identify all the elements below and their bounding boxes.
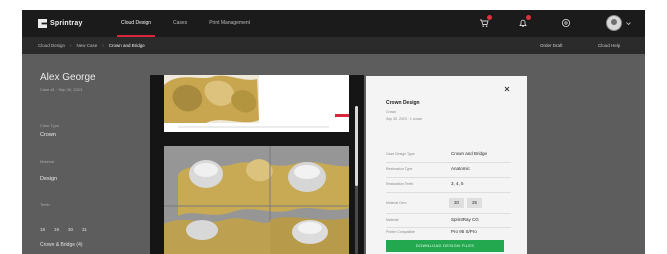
nav-item-cloud-design[interactable]: Cloud Design [110,10,162,37]
nav-item-print-management[interactable]: Print Management [198,10,261,37]
dental-model-image-top [164,75,349,132]
detail-value: SprintRay CG [451,217,479,222]
divider [386,162,511,163]
detail-key: Printer Compatible [386,230,415,234]
detail-key: Material [386,218,399,222]
viewer-scrollbar[interactable] [355,106,358,254]
panel-meta: Sep 30, 2023 · 1 crown [386,117,423,121]
sprintray-logo[interactable]: Sprintray [38,18,83,29]
tooth-number[interactable]: 19 [54,227,59,232]
thickness-stepper: 30 35 [449,198,482,208]
material-value: Design [40,176,58,182]
viewer-scrollbar-thumb[interactable] [355,106,358,186]
patient-panel: Alex George Case #1 · Sep 30, 2023 Case … [22,54,144,254]
detail-value: 3, 4, 5 [451,181,464,186]
logo-text: Sprintray [50,20,83,27]
panel-title: Crown Design [386,100,420,106]
nav-item-cases[interactable]: Cases [162,10,198,37]
tooth-number[interactable]: 18 [40,227,45,232]
case-type-label: Case Type [40,123,60,128]
breadcrumb-item-cloud-design[interactable]: Cloud Design [38,43,65,48]
detail-value: Crown and Bridge [451,151,488,156]
divider [386,213,511,214]
close-icon[interactable] [503,85,511,93]
chevron-right-icon: › [70,43,72,48]
detail-key: Case Design Type [386,152,415,156]
avatar-icon[interactable] [606,15,622,31]
detail-row: Case Design Type Crown and Bridge [386,150,511,160]
cloud-help-link[interactable]: Cloud Help [598,37,620,54]
design-details-panel: Crown Design Crown Sep 30, 2023 · 1 crow… [366,76,527,254]
breadcrumb-bar: Cloud Design › New Case › Crown and Brid… [22,37,645,54]
material-label: Material [40,159,55,164]
divider [386,192,511,193]
divider [386,177,511,178]
detail-row: Restoration Type Anatomic [386,165,511,175]
order-draft-link[interactable]: Order Draft [540,37,563,54]
app-window: Sprintray Cloud Design Cases Print Manag… [22,10,645,254]
dental-model-image-bottom [164,146,349,254]
breadcrumb-item-current: Crown and Bridge [108,43,145,48]
detail-value: Pro 95 S/Pro [451,229,477,234]
panel-subtitle: Crown [386,110,397,114]
case-type-value: Crown [40,132,56,138]
tooth-number-list: 18 19 30 31 [40,227,87,232]
detail-value: Anatomic [451,166,470,171]
thickness-value-field[interactable]: 35 [467,198,482,208]
detail-key: Restoration Type [386,167,413,171]
teeth-label: Teeth [40,202,50,207]
thickness-value-field[interactable]: 30 [449,198,464,208]
cart-badge [487,15,492,20]
chevron-down-icon[interactable] [626,21,631,26]
notification-bell-icon[interactable] [517,15,531,29]
detail-row: Printer Compatible Pro 95 S/Pro [386,228,511,238]
model-viewer[interactable] [150,75,364,254]
cart-icon[interactable] [478,15,492,29]
detail-row: Restoration Teeth 3, 4, 5 [386,180,511,190]
help-icon[interactable] [560,17,572,29]
detail-key: Restoration Teeth [386,182,414,186]
patient-subtitle: Case #1 · Sep 30, 2023 [40,87,83,92]
tooth-number[interactable]: 30 [68,227,73,232]
top-navigation-bar: Sprintray Cloud Design Cases Print Manag… [22,10,645,37]
thickness-row: Minimal Cem. 30 35 [386,198,511,209]
logo-mark-icon [38,19,47,28]
download-design-files-button[interactable]: DOWNLOAD DESIGN FILES [386,240,504,252]
patient-name: Alex George [40,72,96,83]
breadcrumb: Cloud Design › New Case › Crown and Brid… [38,37,145,54]
detail-row: Material SprintRay CG [386,216,511,226]
tooth-number[interactable]: 31 [82,227,87,232]
breadcrumb-item-new-case[interactable]: New Case [77,43,98,48]
chevron-right-icon: › [102,43,104,48]
detail-key: Minimal Cem. [386,201,408,205]
notification-badge [526,15,531,20]
main-nav: Cloud Design Cases Print Management [110,10,261,37]
restoration-summary: Crown & Bridge (4) [40,242,83,248]
